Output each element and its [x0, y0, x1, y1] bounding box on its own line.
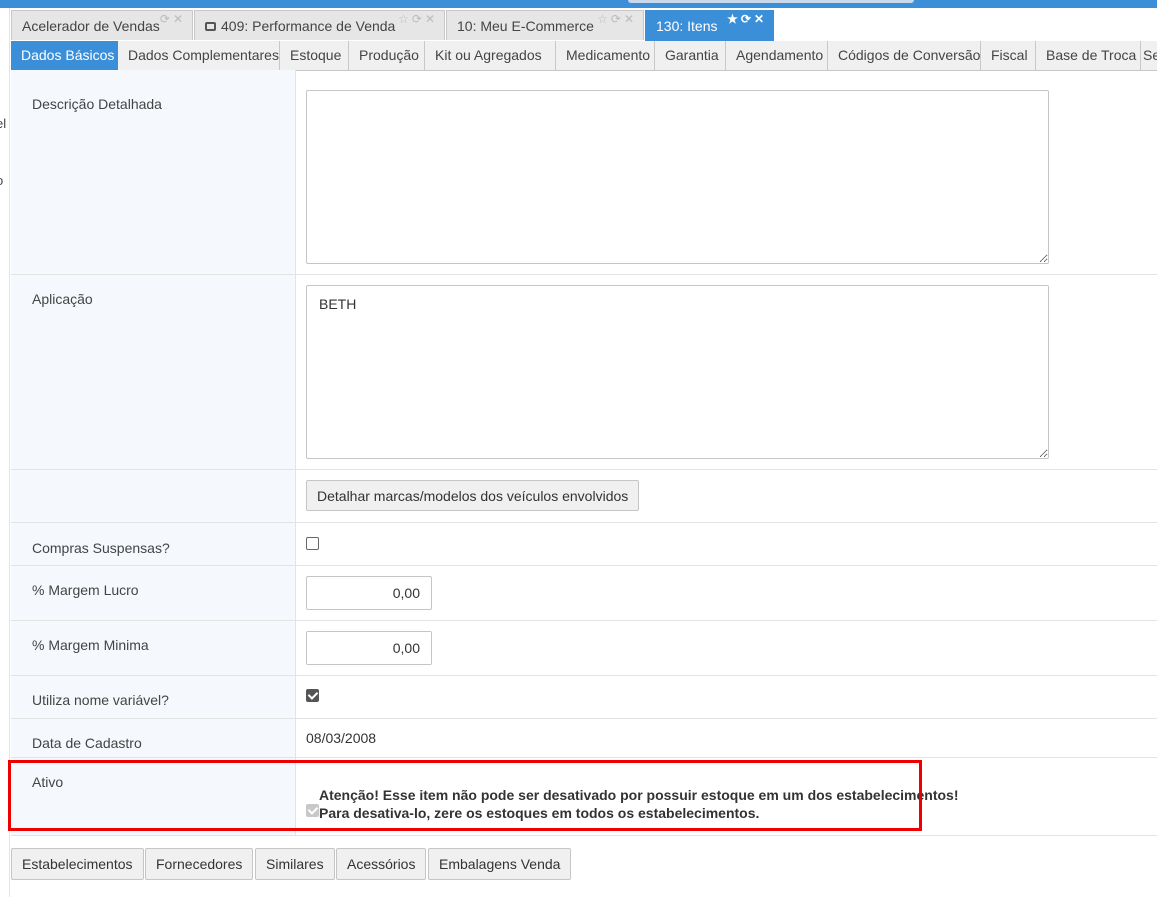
compras-label: Compras Suspensas?: [32, 540, 170, 556]
window-tab-label: 409: Performance de Venda: [221, 18, 396, 34]
margem-minima-input[interactable]: [306, 631, 432, 665]
star-icon[interactable]: ★: [727, 12, 741, 26]
data-cadastro-value: 08/03/2008: [306, 730, 377, 746]
close-icon[interactable]: ✕: [624, 12, 637, 26]
fornecedores-button[interactable]: Fornecedores: [145, 848, 254, 880]
window-tab-ecommerce[interactable]: 10: Meu E-Commerce ☆⟳✕: [446, 10, 644, 40]
tab-agendamento[interactable]: Agendamento: [726, 41, 828, 70]
printer-icon: [205, 22, 216, 31]
star-icon[interactable]: ☆: [398, 12, 412, 26]
nome-variavel-label: Utiliza nome variável?: [32, 692, 169, 708]
close-icon[interactable]: ✕: [425, 12, 438, 26]
tab-garantia[interactable]: Garantia: [655, 41, 726, 70]
tab-se[interactable]: Se: [1141, 41, 1157, 70]
refresh-icon[interactable]: ⟳: [741, 12, 754, 26]
left-panel-fragment: o: [0, 173, 3, 188]
close-icon[interactable]: ✕: [754, 12, 767, 26]
refresh-icon[interactable]: ⟳: [412, 12, 425, 26]
row-descricao: Descrição Detalhada: [11, 70, 1157, 275]
row-data-cadastro: Data de Cadastro 08/03/2008: [11, 719, 1157, 758]
compras-suspensas-checkbox[interactable]: [306, 537, 319, 550]
left-panel-fragment: el: [0, 116, 7, 131]
tab-codigos-conversao[interactable]: Códigos de Conversão: [828, 41, 981, 70]
tab-estoque[interactable]: Estoque: [280, 41, 349, 70]
tab-kit-agregados[interactable]: Kit ou Agregados: [425, 41, 556, 70]
aplicacao-label: Aplicação: [32, 291, 93, 307]
nome-variavel-checkbox[interactable]: [306, 689, 319, 702]
row-nome-variavel: Utiliza nome variável?: [11, 676, 1157, 719]
row-aplicacao: Aplicação BETH: [11, 275, 1157, 470]
window-tab-label: Acelerador de Vendas: [22, 18, 160, 34]
embalagens-venda-button[interactable]: Embalagens Venda: [428, 848, 572, 880]
row-detalhar: Detalhar marcas/modelos dos veículos env…: [11, 470, 1157, 523]
window-tab-label: 10: Meu E-Commerce: [457, 18, 594, 34]
margem-minima-label: % Margem Minima: [32, 637, 149, 653]
aplicacao-textarea[interactable]: BETH: [306, 285, 1049, 459]
tab-dados-basicos[interactable]: Dados Básicos: [11, 41, 118, 70]
window-tabs: Acelerador de Vendas ⟳✕ 409: Performance…: [11, 10, 1157, 41]
row-margem-minima: % Margem Minima: [11, 621, 1157, 676]
detalhar-veiculos-button[interactable]: Detalhar marcas/modelos dos veículos env…: [306, 480, 640, 511]
tab-base-troca[interactable]: Base de Troca: [1036, 41, 1141, 70]
descricao-textarea[interactable]: [306, 90, 1049, 264]
similares-button[interactable]: Similares: [255, 848, 335, 880]
close-icon[interactable]: ✕: [173, 12, 186, 26]
window-tab-label: 130: Itens: [656, 18, 718, 34]
margem-lucro-label: % Margem Lucro: [32, 582, 139, 598]
row-margem-lucro: % Margem Lucro: [11, 566, 1157, 621]
tab-fiscal[interactable]: Fiscal: [981, 41, 1036, 70]
refresh-icon[interactable]: ⟳: [160, 12, 173, 26]
data-cadastro-label: Data de Cadastro: [32, 735, 142, 751]
window-tab-itens[interactable]: 130: Itens ★⟳✕: [645, 10, 774, 41]
tab-producao[interactable]: Produção: [349, 41, 425, 70]
ativo-alert-highlight: [8, 760, 922, 831]
margem-lucro-input[interactable]: [306, 576, 432, 610]
window-tab-performance[interactable]: 409: Performance de Venda ☆⟳✕: [194, 10, 445, 40]
estabelecimentos-button[interactable]: Estabelecimentos: [11, 848, 144, 880]
tab-dados-complementares[interactable]: Dados Complementares: [118, 41, 280, 70]
top-bar: [0, 0, 1157, 8]
descricao-label: Descrição Detalhada: [32, 96, 162, 112]
section-tabs: Dados Básicos Dados Complementares Estoq…: [11, 41, 1157, 71]
refresh-icon[interactable]: ⟳: [611, 12, 624, 26]
window-tab-acelerador[interactable]: Acelerador de Vendas ⟳✕: [11, 10, 193, 40]
top-bar-handle: [628, 0, 914, 3]
tab-medicamento[interactable]: Medicamento: [556, 41, 655, 70]
acessorios-button[interactable]: Acessórios: [336, 848, 427, 880]
star-icon[interactable]: ☆: [597, 12, 611, 26]
row-compras-suspensas: Compras Suspensas?: [11, 523, 1157, 566]
